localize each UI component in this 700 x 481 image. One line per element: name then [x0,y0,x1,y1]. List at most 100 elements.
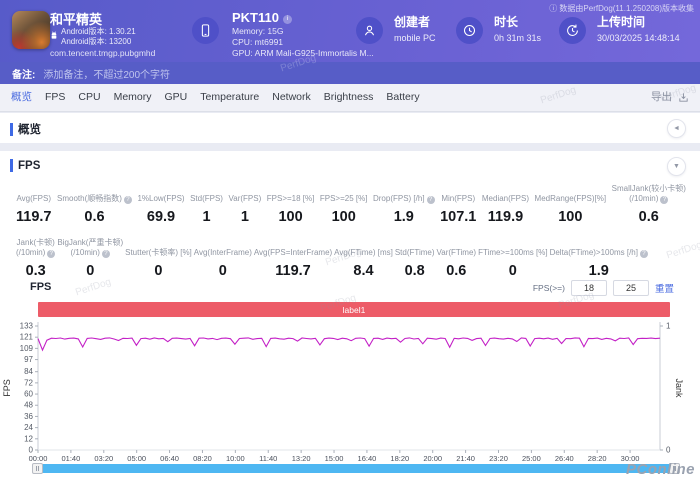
info-icon[interactable]: ? [47,250,56,258]
export-icon[interactable] [678,92,689,103]
stat-Std(FPS): Std(FPS) 1 [190,194,223,225]
stat-value: 1 [240,209,249,225]
svg-text:48: 48 [24,401,33,410]
svg-text:13:20: 13:20 [292,454,311,463]
accent-bar [10,159,13,172]
stat-Var(FTime): Var(FTime) 0.6 [436,248,477,279]
fps-threshold-input-2[interactable] [612,280,649,296]
tab-FPS[interactable]: FPS [45,84,65,111]
svg-text:00:00: 00:00 [29,454,48,463]
note-bar: 备注: 添加备注，不超过200个字符 [0,62,700,84]
left-scroll-handle[interactable] [32,463,43,474]
stat-value: 0 [508,263,517,279]
creator-label: 创建者 [394,15,431,29]
stat-Avg(InterFrame): Avg(InterFrame) 0 [193,248,252,279]
info-icon[interactable]: ? [101,250,110,258]
stat-SmallJank(较小卡顿): SmallJank(较小卡顿) (/10min)? 0.6 [611,184,686,225]
stat-value: 119.9 [487,209,524,225]
svg-text:16:40: 16:40 [358,454,377,463]
svg-text:06:40: 06:40 [160,454,179,463]
android-icon [50,30,58,40]
tab-GPU[interactable]: GPU [165,84,188,111]
fps-line [37,337,661,352]
duration-value: 0h 31m 31s [494,33,542,43]
tab-Battery[interactable]: Battery [386,84,419,111]
svg-text:97: 97 [24,355,33,364]
stat-MedRange(FPS)[%]: MedRange(FPS)[%] 100 [534,194,607,225]
stat-FPS>=18 [%]: FPS>=18 [%] 100 [266,194,315,225]
stat-value: 107.1 [440,209,477,225]
svg-text:10:00: 10:00 [226,454,245,463]
stat-value: 0.6 [638,209,659,225]
stat-Avg(FTime) [ms]: Avg(FTime) [ms] 8.4 [334,248,393,279]
fps-chart-title: FPS [30,281,52,293]
fps-chart-svg: 133121109978472604836241201000:00 01:40 03… [2,322,684,464]
stat-value: 100 [278,209,303,225]
accent-bar [10,122,13,136]
svg-text:109: 109 [20,344,34,353]
stat-value: 1.9 [588,263,609,279]
svg-text:03:20: 03:20 [94,454,113,463]
device-info-badge-icon[interactable]: i [282,15,292,24]
svg-text:24: 24 [24,423,33,432]
overview-title: 概览 [10,121,41,137]
stat-Avg(FPS=InterFrame): Avg(FPS=InterFrame) 119.7 [253,248,333,279]
svg-text:05:00: 05:00 [127,454,146,463]
stat-Var(FPS): Var(FPS) 1 [228,194,262,225]
stat-value: 100 [331,209,356,225]
fps-section: FPS ▼ Avg(FPS) 119.7 Smooth(顺畅指数)? 0.6 1%Low… [0,151,700,481]
svg-text:12: 12 [24,434,33,443]
svg-text:84: 84 [24,367,33,376]
fps-threshold-input-1[interactable] [570,280,607,296]
svg-text:26:40: 26:40 [555,454,574,463]
collapse-down-icon[interactable]: ▼ [667,157,686,176]
tab-概览[interactable]: 概览 [11,84,32,111]
stat-1%Low(FPS): 1%Low(FPS) 69.9 [137,194,185,225]
export-button[interactable]: 导出 [651,84,672,111]
note-input[interactable]: 添加备注，不超过200个字符 [43,66,170,81]
reset-button[interactable]: 重置 [655,281,674,295]
tab-Memory[interactable]: Memory [114,84,152,111]
fps-section-title: FPS [10,159,40,172]
upload-time-label: 上传时间 [597,15,646,29]
tab-CPU[interactable]: CPU [78,84,100,111]
fps-axis-label: FPS [2,379,12,397]
svg-text:20:00: 20:00 [423,454,442,463]
info-icon[interactable]: ? [639,250,648,258]
fps-filter-label: FPS(>=) [532,283,565,293]
note-label: 备注: [12,69,36,81]
tab-Network[interactable]: Network [272,84,311,111]
stat-Min(FPS): Min(FPS) 107.1 [440,194,477,225]
stat-Median(FPS): Median(FPS) 119.9 [481,194,530,225]
creator-value: mobile PC [394,33,436,43]
right-scroll-handle[interactable] [669,463,680,474]
app-package: com.tencent.tmgp.pubgmhd [50,48,156,58]
info-icon[interactable]: ? [660,196,669,204]
info-icon[interactable]: ? [426,196,435,204]
stat-Delta(FTime)>100ms [/h]: Delta(FTime)>100ms [/h]? 1.9 [550,237,648,279]
label1-banner[interactable]: label1 [38,302,670,317]
svg-text:72: 72 [24,378,33,387]
stat-value: 119.7 [16,209,52,225]
fps-filter: FPS(>=) 重置 [533,280,674,296]
chart-scrollbar[interactable] [32,463,680,474]
tab-Temperature[interactable]: Temperature [200,84,259,111]
app-version-2: Android版本: 13200 [61,37,132,46]
svg-text:30:00: 30:00 [621,454,640,463]
stat-value: 0 [86,263,95,279]
stat-value: 8.4 [353,263,374,279]
stat-value: 0 [154,263,163,279]
device-model: PKT110 i [232,10,292,25]
stat-BigJank(严重卡顿): BigJank(严重卡顿) (/10min)? 0 [57,238,124,279]
device-cpu: CPU: mt6991 [232,37,284,47]
info-icon[interactable]: ? [123,196,132,204]
stat-value: 0 [218,263,227,279]
collapse-left-icon[interactable]: ◄ [667,119,686,138]
stat-value: 0.3 [25,263,46,279]
app-icon [12,11,50,49]
stat-value: 1 [202,209,211,225]
tab-Brightness[interactable]: Brightness [324,84,374,111]
svg-text:21:40: 21:40 [456,454,475,463]
stat-value: 0.6 [84,209,105,225]
stat-Stutter(卡顿率) [%]: Stutter(卡顿率) [%] 0 [125,248,192,279]
